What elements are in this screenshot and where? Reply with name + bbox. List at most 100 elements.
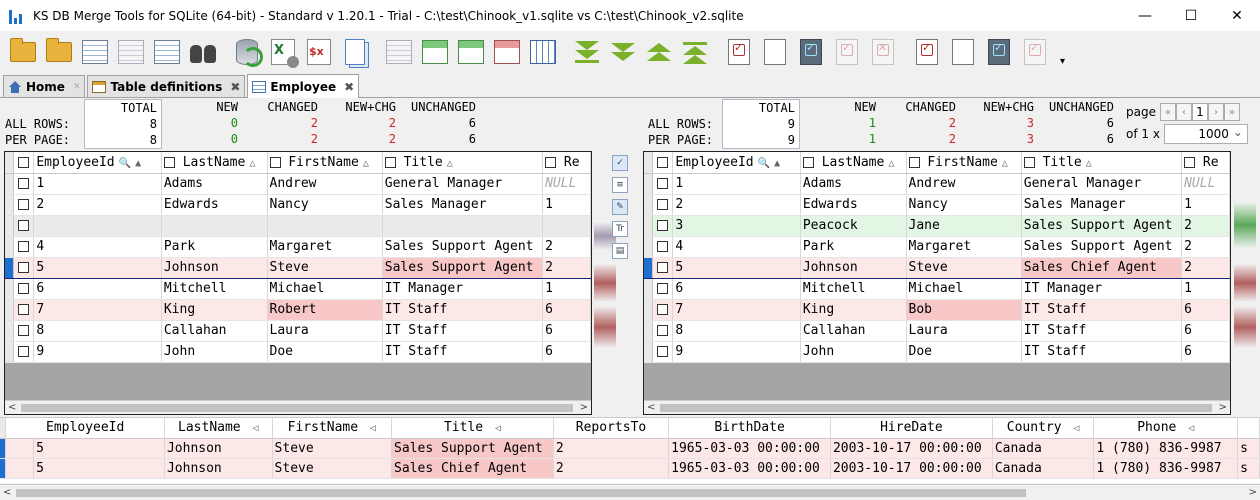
column-checkbox[interactable]	[163, 156, 175, 168]
check-left-button[interactable]	[724, 37, 754, 67]
maximize-button[interactable]: ☐	[1168, 0, 1214, 31]
scroll-thumb[interactable]	[16, 489, 1026, 497]
detail-header-reportsto[interactable]: ReportsTo	[553, 418, 670, 439]
table-row[interactable]: 1 Adams Andrew General Manager NULL	[644, 173, 1230, 195]
row-checkbox[interactable]	[17, 220, 29, 231]
row-checkbox[interactable]	[656, 346, 668, 357]
table-row-changed[interactable]: 7 King Robert IT Staff 6	[5, 299, 591, 321]
first-page-button[interactable]: «	[1159, 103, 1176, 121]
scroll-thumb[interactable]	[660, 404, 1212, 412]
row-checkbox[interactable]	[656, 283, 668, 294]
page-size-select[interactable]: 1000	[1163, 123, 1248, 144]
highlight-button[interactable]: ✎	[612, 199, 628, 215]
row-checkbox[interactable]	[656, 220, 668, 231]
last-difference-button[interactable]	[572, 37, 602, 67]
column-checkbox[interactable]	[908, 156, 920, 168]
open-left-button[interactable]	[8, 37, 38, 67]
row-checkbox[interactable]	[656, 325, 668, 336]
close-button[interactable]: ✕	[1214, 0, 1260, 31]
table-row[interactable]: 8 Callahan Laura IT Staff 6	[644, 320, 1230, 342]
view-columns-button[interactable]	[528, 37, 558, 67]
table-row[interactable]: 4 Park Margaret Sales Support Agent 2	[5, 236, 591, 258]
column-header-reportsto[interactable]: Re	[542, 152, 591, 174]
column-header-title[interactable]: Title △	[1021, 152, 1183, 174]
view-new-button[interactable]	[420, 37, 450, 67]
check-all-checkbox[interactable]	[652, 152, 674, 174]
close-icon[interactable]: ✕	[73, 82, 81, 92]
close-icon[interactable]: ✖	[344, 80, 354, 94]
table-row[interactable]: 6 Mitchell Michael IT Manager 1	[5, 278, 591, 300]
table-row[interactable]: 9 John Doe IT Staff 6	[5, 341, 591, 363]
scroll-left-icon[interactable]: <	[3, 487, 11, 498]
detail-header-lastname[interactable]: LastName ◁	[164, 418, 273, 439]
scroll-left-icon[interactable]: <	[647, 402, 655, 413]
options-button[interactable]	[152, 37, 182, 67]
detail-header-phone[interactable]: Phone ◁	[1093, 418, 1239, 439]
view-all-button[interactable]	[384, 37, 414, 67]
table-row-current[interactable]: 5 Johnson Steve Sales Support Agent 2	[5, 256, 591, 279]
check-right-button[interactable]	[912, 37, 942, 67]
uncheck-left-button[interactable]	[760, 37, 790, 67]
check-all-right-button[interactable]	[984, 37, 1014, 67]
right-grid[interactable]: EmployeeId 🔍 ▲ LastName △ FirstName △ Title △…	[643, 151, 1231, 415]
column-header-title[interactable]: Title △	[382, 152, 544, 174]
table-row-changed[interactable]: 7 King Bob IT Staff 6	[644, 299, 1230, 321]
detail-row-left[interactable]: 5 Johnson Steve Sales Support Agent 2 19…	[0, 438, 1260, 459]
row-checkbox[interactable]	[17, 346, 29, 357]
next-difference-button[interactable]	[608, 37, 638, 67]
minimize-button[interactable]: —	[1122, 0, 1168, 31]
row-checkbox[interactable]	[656, 178, 668, 189]
compare-row-button[interactable]: ≡	[612, 177, 628, 193]
column-checkbox[interactable]	[384, 156, 396, 168]
column-header-employeeid[interactable]: EmployeeId 🔍 ▲	[672, 152, 801, 174]
table-row[interactable]: 2 Edwards Nancy Sales Manager 1	[644, 194, 1230, 216]
row-checkbox[interactable]	[17, 262, 29, 273]
last-page-button[interactable]: »	[1223, 103, 1240, 121]
column-checkbox[interactable]	[1184, 156, 1196, 168]
row-checkbox[interactable]	[17, 304, 29, 315]
table-row[interactable]: 6 Mitchell Michael IT Manager 1	[644, 278, 1230, 300]
column-checkbox[interactable]	[1023, 156, 1035, 168]
detail-header-firstname[interactable]: FirstName ◁	[272, 418, 393, 439]
tab-table-definitions[interactable]: Table definitions ✖	[87, 75, 246, 97]
detail-header-country[interactable]: Country ◁	[992, 418, 1095, 439]
table-row[interactable]: 9 John Doe IT Staff 6	[644, 341, 1230, 363]
detail-header-birthdate[interactable]: BirthDate	[668, 418, 831, 439]
tab-employee[interactable]: Employee ✖	[247, 74, 360, 98]
find-button[interactable]	[188, 37, 218, 67]
sql-script-button[interactable]	[304, 37, 334, 67]
select-data-button[interactable]	[116, 37, 146, 67]
text-compare-button[interactable]: Tr	[612, 221, 628, 237]
row-checkbox[interactable]	[656, 304, 668, 315]
copy-button[interactable]	[340, 37, 370, 67]
column-header-firstname[interactable]: FirstName △	[906, 152, 1022, 174]
column-checkbox[interactable]	[802, 156, 814, 168]
scroll-right-icon[interactable]: >	[1219, 402, 1227, 413]
detail-header-employeeid[interactable]: EmployeeId	[5, 418, 165, 439]
detail-header-title[interactable]: Title ◁	[391, 418, 554, 439]
row-checkbox[interactable]	[17, 178, 29, 189]
detail-header-extra[interactable]	[1237, 418, 1260, 439]
column-checkbox[interactable]	[545, 156, 557, 168]
scroll-left-icon[interactable]: <	[8, 402, 16, 413]
row-checkbox[interactable]	[17, 325, 29, 336]
right-horizontal-scrollbar[interactable]: < >	[644, 400, 1230, 414]
row-checkbox[interactable]	[656, 199, 668, 210]
uncheck-right-button[interactable]	[948, 37, 978, 67]
view-new-changed-button[interactable]	[456, 37, 486, 67]
column-header-employeeid[interactable]: EmployeeId 🔍 ▲	[33, 152, 162, 174]
check-all-left-button[interactable]	[796, 37, 826, 67]
column-checkbox[interactable]	[269, 156, 281, 168]
table-row-new[interactable]: 3 Peacock Jane Sales Support Agent 2	[644, 215, 1230, 237]
refresh-button[interactable]	[232, 37, 263, 67]
right-diff-map[interactable]	[1234, 151, 1256, 415]
first-difference-button[interactable]	[680, 37, 710, 67]
close-icon[interactable]: ✖	[230, 80, 240, 94]
table-row[interactable]: 1 Adams Andrew General Manager NULL	[5, 173, 591, 195]
column-header-lastname[interactable]: LastName △	[161, 152, 268, 174]
scroll-thumb[interactable]	[21, 404, 573, 412]
details-horizontal-scrollbar[interactable]: < >	[0, 484, 1260, 500]
page-number[interactable]: 1	[1191, 103, 1208, 121]
open-right-button[interactable]	[44, 37, 74, 67]
table-row-missing[interactable]	[5, 215, 591, 237]
